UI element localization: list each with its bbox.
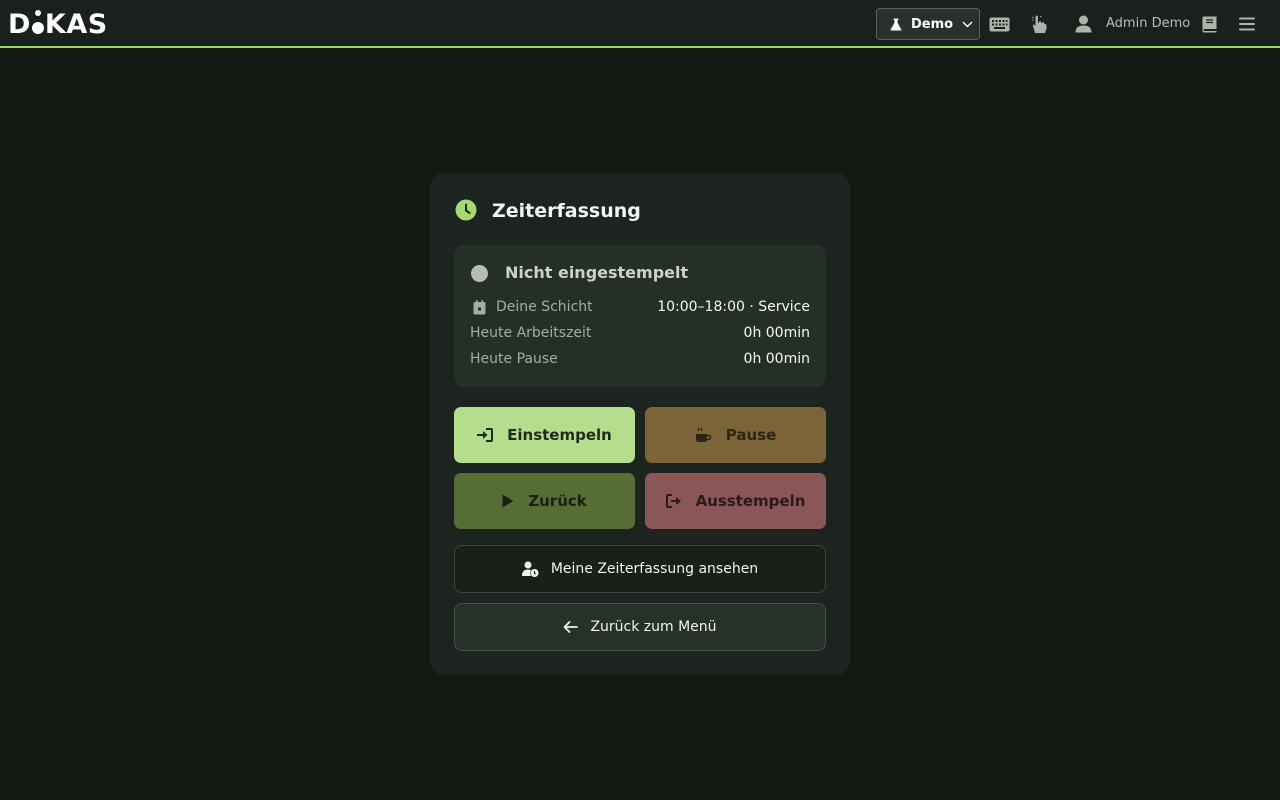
- logo-text-right: KAS: [44, 8, 108, 40]
- coffee-icon: [695, 427, 712, 442]
- status-indicator: [471, 265, 488, 282]
- environment-select-value: Demo: [911, 16, 954, 32]
- info-value: 10:00–18:00 · Service: [657, 299, 810, 315]
- sign-out-icon: [665, 494, 681, 508]
- view-time-records-button[interactable]: Meine Zeiterfassung ansehen: [454, 545, 826, 593]
- info-label: Heute Arbeitszeit: [470, 325, 592, 341]
- user-clock-icon: [521, 561, 539, 577]
- calendar-icon: [473, 300, 486, 315]
- clock-out-label: Ausstempeln: [695, 492, 806, 510]
- keyboard-icon[interactable]: [987, 12, 1011, 36]
- info-label: Deine Schicht: [496, 299, 593, 315]
- touch-icon[interactable]: [1027, 12, 1051, 36]
- logo-text-left: D: [8, 8, 31, 40]
- info-value: 0h 00min: [743, 351, 810, 367]
- chevron-down-icon: [962, 21, 973, 27]
- resume-label: Zurück: [528, 492, 587, 510]
- play-icon: [502, 494, 514, 508]
- pause-button[interactable]: Pause: [645, 407, 826, 463]
- arrow-left-icon: [564, 621, 579, 633]
- back-to-menu-label: Zurück zum Menü: [590, 619, 717, 635]
- info-label: Heute Pause: [470, 351, 558, 367]
- clock-in-label: Einstempeln: [507, 426, 612, 444]
- info-row-break: Heute Pause 0h 00min: [470, 351, 810, 371]
- back-to-menu-button[interactable]: Zurück zum Menü: [454, 603, 826, 651]
- sign-in-icon: [477, 428, 494, 442]
- pause-label: Pause: [725, 426, 777, 444]
- resume-button[interactable]: Zurück: [454, 473, 635, 529]
- app-logo[interactable]: D KAS: [8, 8, 108, 40]
- user-name[interactable]: Admin Demo: [1106, 16, 1190, 31]
- clock-icon: [455, 199, 477, 221]
- status-panel: Nicht eingestempelt Deine Schicht 10:00–…: [454, 245, 826, 387]
- logo-bowling-icon: [31, 10, 44, 38]
- menu-icon[interactable]: [1235, 12, 1259, 36]
- card-title: Zeiterfassung: [492, 200, 641, 222]
- info-value: 0h 00min: [743, 325, 810, 341]
- flask-icon: [890, 18, 902, 30]
- status-text: Nicht eingestempelt: [505, 263, 689, 282]
- book-icon[interactable]: [1197, 12, 1221, 36]
- clock-in-button[interactable]: Einstempeln: [454, 407, 635, 463]
- time-tracking-card: Zeiterfassung Nicht eingestempelt Deine …: [430, 173, 850, 675]
- view-time-records-label: Meine Zeiterfassung ansehen: [550, 561, 759, 577]
- top-bar: D KAS Demo Admin Demo: [0, 0, 1280, 48]
- user-icon[interactable]: [1071, 12, 1095, 36]
- info-row-work-time: Heute Arbeitszeit 0h 00min: [470, 325, 810, 345]
- clock-out-button[interactable]: Ausstempeln: [645, 473, 826, 529]
- environment-select[interactable]: Demo: [876, 8, 980, 40]
- info-row-shift: Deine Schicht 10:00–18:00 · Service: [470, 299, 810, 319]
